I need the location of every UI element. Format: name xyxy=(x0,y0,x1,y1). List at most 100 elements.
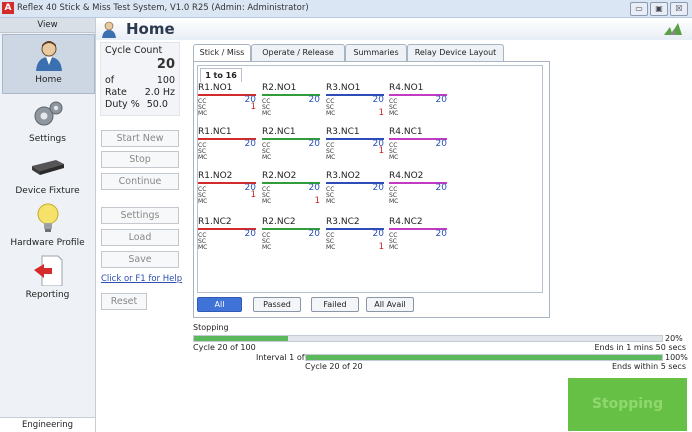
report-icon xyxy=(34,255,63,286)
rate-label: Rate xyxy=(105,87,127,98)
tab-stick-miss[interactable]: Stick / Miss xyxy=(193,44,251,62)
relay-cc-value: 20 xyxy=(244,139,256,149)
relay-mc-label: MC xyxy=(198,154,208,161)
cycle-progress-bar xyxy=(193,335,663,342)
reset-button[interactable]: Reset xyxy=(101,293,147,310)
relay-cell[interactable]: R1.NO2 CC 20 SC 1 MC xyxy=(198,171,258,207)
relay-cc-value: 20 xyxy=(308,139,320,149)
cycle-of-label: of xyxy=(105,75,115,86)
relay-cell[interactable]: R4.NO2 CC 20 SC MC xyxy=(389,171,449,207)
cycle-progress-percent: 20% xyxy=(665,334,683,343)
cycle-progress-text: Cycle 20 of 100 xyxy=(193,343,256,352)
sidebar-item-device-fixture[interactable]: Device Fixture xyxy=(2,146,93,204)
relay-cell[interactable]: R4.NO1 CC 20 SC MC xyxy=(389,83,449,119)
engineering-tab[interactable]: Engineering xyxy=(0,417,95,432)
filter-passed-button[interactable]: Passed xyxy=(253,297,301,312)
relay-name: R3.NC1 xyxy=(326,127,360,137)
relay-name: R3.NO2 xyxy=(326,171,361,181)
relay-cc-value: 20 xyxy=(372,183,384,193)
cycle-count-value: 20 xyxy=(156,57,175,72)
tab-summaries[interactable]: Summaries xyxy=(345,44,407,61)
relay-mc-label: MC xyxy=(326,244,336,251)
page-header: Home xyxy=(96,18,692,40)
relay-name: R1.NC2 xyxy=(198,217,232,227)
relay-name: R1.NC1 xyxy=(198,127,232,137)
help-link[interactable]: Click or F1 for Help xyxy=(101,274,182,284)
relay-name: R4.NO1 xyxy=(389,83,424,93)
sidebar-item-home[interactable]: Home xyxy=(2,34,95,94)
relay-cc-value: 20 xyxy=(435,139,447,149)
stop-button[interactable]: Stop xyxy=(101,151,179,168)
relay-mc-value: 1 xyxy=(378,242,384,252)
app-logo-icon: A xyxy=(2,2,14,14)
sidebar-item-settings[interactable]: Settings xyxy=(2,94,93,152)
status-label: Stopping xyxy=(193,323,229,332)
relay-name: R2.NO2 xyxy=(262,171,297,181)
relay-sc-value: 1 xyxy=(378,146,384,156)
relay-cell[interactable]: R4.NC2 CC 20 SC MC xyxy=(389,217,449,253)
filter-failed-button[interactable]: Failed xyxy=(311,297,359,312)
sidebar-item-label: Settings xyxy=(29,134,66,144)
maximize-button[interactable]: ▣ xyxy=(650,2,668,16)
subtab-1-to-16[interactable]: 1 to 16 xyxy=(200,68,242,82)
relay-mc-value: 1 xyxy=(378,108,384,118)
interval-text: Interval 1 of 5 xyxy=(256,353,313,362)
relay-name: R3.NO1 xyxy=(326,83,361,93)
relay-cell[interactable]: R2.NO2 CC 20 SC MC 1 xyxy=(262,171,322,207)
minimize-button[interactable]: ▭ xyxy=(630,2,648,16)
sidebar-item-label: Reporting xyxy=(25,290,70,300)
relay-cc-value: 20 xyxy=(244,229,256,239)
relay-mc-label: MC xyxy=(389,244,399,251)
relay-name: R4.NC2 xyxy=(389,217,423,227)
relay-cell[interactable]: R1.NC2 CC 20 SC MC xyxy=(198,217,258,253)
save-button[interactable]: Save xyxy=(101,251,179,268)
sidebar: View Home Settings Device Fixture Hardwa… xyxy=(0,18,96,432)
relay-cc-value: 20 xyxy=(435,95,447,105)
settings-button[interactable]: Settings xyxy=(101,207,179,224)
sidebar-item-reporting[interactable]: Reporting xyxy=(2,250,93,308)
tab-operate-release-voltage[interactable]: Operate / Release Voltage xyxy=(251,44,345,73)
relay-cell[interactable]: R3.NO2 CC 20 SC MC xyxy=(326,171,386,207)
relay-mc-value: 1 xyxy=(314,196,320,206)
sidebar-item-label: Home xyxy=(35,75,62,85)
relay-cell[interactable]: R1.NO1 CC 20 SC 1 MC xyxy=(198,83,258,119)
relay-cell[interactable]: R2.NC1 CC 20 SC MC xyxy=(262,127,322,163)
load-button[interactable]: Load xyxy=(101,229,179,246)
relay-cc-value: 20 xyxy=(308,229,320,239)
relay-cell[interactable]: R2.NO1 CC 20 SC MC xyxy=(262,83,322,119)
relay-mc-label: MC xyxy=(262,198,272,205)
relay-name: R1.NO2 xyxy=(198,171,233,181)
relay-sc-value: 1 xyxy=(250,190,256,200)
relay-cell[interactable]: R1.NC1 CC 20 SC MC xyxy=(198,127,258,163)
start-new-button[interactable]: Start New xyxy=(101,130,179,147)
page-title: Home xyxy=(126,20,175,38)
interval-cycle-text: Cycle 20 of 20 xyxy=(305,362,363,371)
continue-button[interactable]: Continue xyxy=(101,173,179,190)
relay-cell[interactable]: R4.NC1 CC 20 SC MC xyxy=(389,127,449,163)
close-button[interactable]: ☒ xyxy=(670,2,688,16)
rate-row: Rate 2.0 Hz xyxy=(105,87,175,98)
gear-icon xyxy=(34,101,63,126)
filter-all-button[interactable]: All xyxy=(197,297,242,312)
relay-mc-label: MC xyxy=(198,244,208,251)
relay-mc-label: MC xyxy=(326,110,336,117)
cycle-count-title: Cycle Count xyxy=(105,45,163,56)
stopping-button[interactable]: Stopping xyxy=(568,378,687,431)
relay-cell[interactable]: R3.NC2 CC 20 SC MC 1 xyxy=(326,217,386,253)
window-titlebar: A Reflex 40 Stick & Miss Test System, V1… xyxy=(0,0,692,18)
relay-cell[interactable]: R3.NO1 CC 20 SC MC 1 xyxy=(326,83,386,119)
cycle-of-value: 100 xyxy=(156,75,175,86)
relay-cc-value: 20 xyxy=(372,95,384,105)
cycle-count-panel: Cycle Count 20 of 100 Rate 2.0 Hz Duty %… xyxy=(100,42,180,116)
relay-name: R3.NC2 xyxy=(326,217,360,227)
view-tab[interactable]: View xyxy=(0,18,95,33)
sidebar-item-hardware-profile[interactable]: Hardware Profile xyxy=(2,198,93,256)
relay-cell[interactable]: R2.NC2 CC 20 SC MC xyxy=(262,217,322,253)
relay-cell[interactable]: R3.NC1 CC 20 SC 1 MC xyxy=(326,127,386,163)
filter-all-avail-button[interactable]: All Avail xyxy=(366,297,414,312)
tab-relay-device-layout[interactable]: Relay Device Layout xyxy=(407,44,504,61)
relay-mc-label: MC xyxy=(262,244,272,251)
relay-mc-label: MC xyxy=(326,198,336,205)
relay-mc-label: MC xyxy=(389,110,399,117)
relay-name: R4.NO2 xyxy=(389,171,424,181)
